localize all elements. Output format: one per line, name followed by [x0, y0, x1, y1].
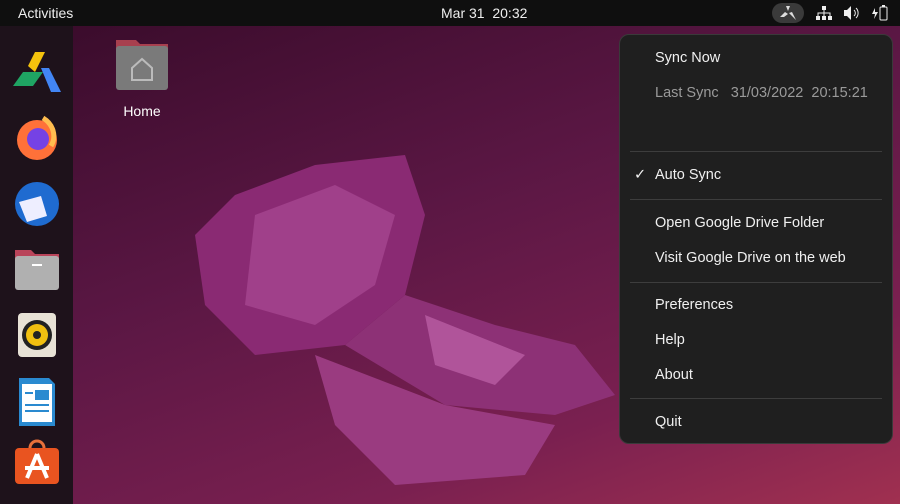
desktop-home-folder[interactable]: Home	[110, 38, 174, 119]
thunderbird-icon[interactable]	[13, 180, 61, 228]
libreoffice-writer-icon[interactable]	[13, 378, 61, 426]
menu-item-quit[interactable]: Quit	[655, 414, 682, 430]
auto-sync-checkmark: ✓	[634, 167, 647, 183]
network-icon[interactable]	[816, 6, 832, 20]
home-folder-icon	[116, 40, 168, 90]
menu-item-auto-sync[interactable]: Auto Sync	[655, 167, 721, 183]
google-drive-icon[interactable]	[13, 48, 61, 96]
menu-item-open-folder[interactable]: Open Google Drive Folder	[655, 215, 824, 231]
volume-icon[interactable]	[844, 6, 860, 20]
menu-separator	[630, 151, 882, 152]
home-label: Home	[123, 103, 161, 119]
menu-item-preferences[interactable]: Preferences	[655, 297, 733, 313]
menu-item-about[interactable]: About	[655, 367, 693, 383]
top-bar: Activities Mar 31 20:32	[0, 0, 900, 26]
time: 20:32	[492, 5, 528, 21]
menu-item-visit-web[interactable]: Visit Google Drive on the web	[655, 250, 846, 266]
google-drive-icon	[780, 6, 796, 20]
google-drive-indicator[interactable]	[772, 3, 804, 23]
system-tray	[772, 3, 888, 23]
google-drive-menu: Sync Now Last Sync 31/03/2022 20:15:21 ✓…	[619, 34, 893, 444]
battery-charging-icon[interactable]	[872, 5, 888, 21]
last-sync-value: 31/03/2022 20:15:21	[730, 85, 868, 101]
menu-item-help[interactable]: Help	[655, 332, 685, 348]
menu-separator	[630, 398, 882, 399]
menu-separator	[630, 282, 882, 283]
clock[interactable]: Mar 31 20:32	[441, 5, 527, 21]
date: Mar 31	[441, 5, 485, 21]
firefox-icon[interactable]	[13, 114, 61, 162]
app-center-icon[interactable]	[13, 438, 61, 486]
last-sync-label: Last Sync	[655, 85, 719, 101]
activities-button[interactable]: Activities	[18, 5, 73, 21]
rhythmbox-icon[interactable]	[13, 312, 61, 360]
menu-separator	[630, 199, 882, 200]
files-icon[interactable]	[13, 246, 61, 294]
dock	[0, 26, 73, 504]
last-sync-status: Last Sync 31/03/2022 20:15:21	[655, 85, 868, 101]
wallpaper-jellyfish	[195, 155, 615, 485]
menu-item-sync-now[interactable]: Sync Now	[655, 50, 720, 66]
